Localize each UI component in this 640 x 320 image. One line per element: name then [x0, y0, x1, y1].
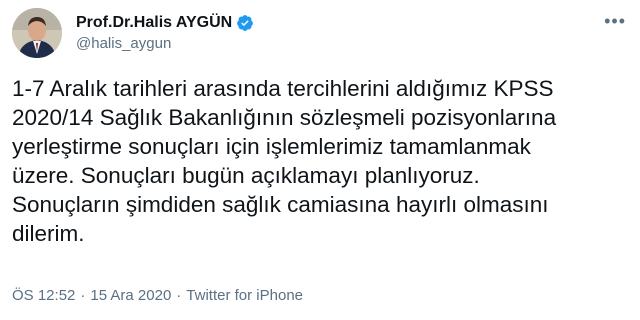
tweet-date[interactable]: 15 Ara 2020 — [90, 287, 171, 304]
tweet-time[interactable]: ÖS 12:52 — [12, 287, 75, 304]
tweet-card: Prof.Dr.Halis AYGÜN @halis_aygun ••• 1-7… — [0, 0, 640, 320]
meta-separator: · — [176, 287, 182, 304]
verified-badge-icon — [236, 14, 254, 32]
display-name[interactable]: Prof.Dr.Halis AYGÜN — [76, 14, 232, 32]
avatar[interactable] — [12, 8, 62, 58]
meta-separator: · — [80, 287, 86, 304]
tweet-source[interactable]: Twitter for iPhone — [186, 287, 303, 304]
tweet-text: 1-7 Aralık tarihleri arasında tercihleri… — [12, 76, 557, 246]
name-row: Prof.Dr.Halis AYGÜN — [76, 12, 254, 34]
author-block: Prof.Dr.Halis AYGÜN @halis_aygun — [76, 12, 254, 52]
more-options-icon[interactable]: ••• — [604, 12, 626, 30]
handle[interactable]: @halis_aygun — [76, 35, 254, 52]
tweet-meta: ÖS 12:52 · 15 Ara 2020 · Twitter for iPh… — [12, 287, 303, 304]
